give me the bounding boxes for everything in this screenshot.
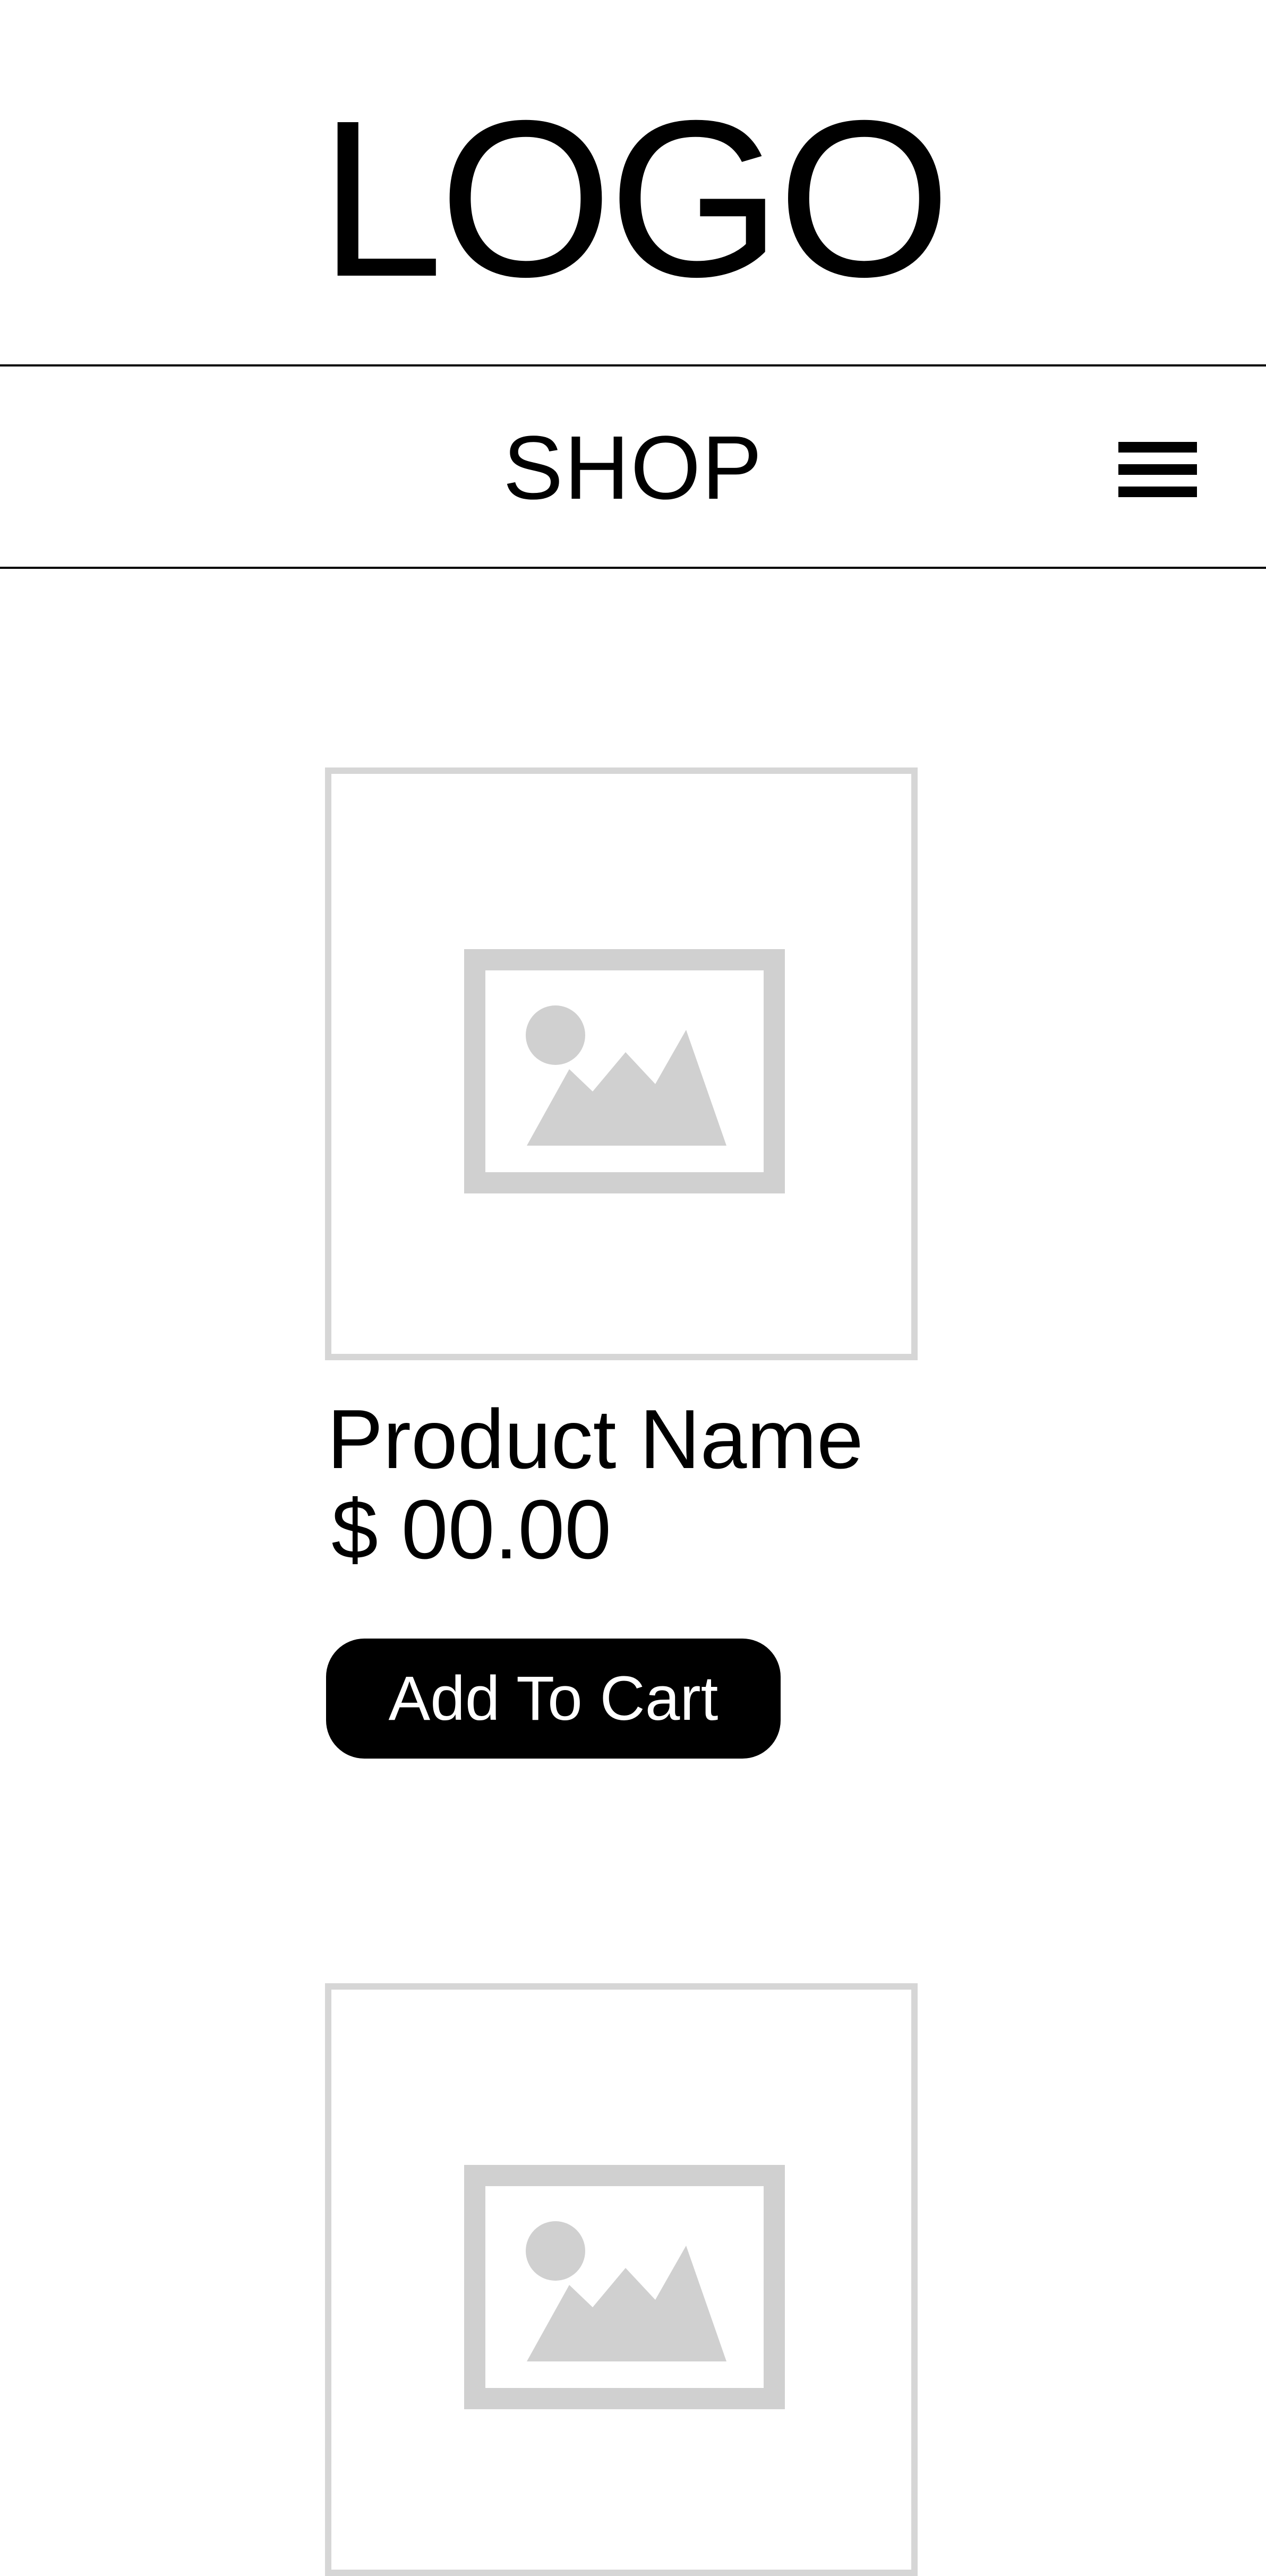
nav-divider (0, 567, 1266, 569)
page-title: SHOP (503, 417, 763, 518)
menu-bar (1118, 487, 1197, 497)
image-placeholder-icon (464, 2165, 785, 2409)
menu-bar (1118, 464, 1197, 475)
hamburger-menu-icon[interactable] (1118, 442, 1197, 497)
site-header: LOGO (0, 0, 1266, 365)
product-price: $ 00.00 (331, 1483, 612, 1576)
menu-bar (1118, 442, 1197, 453)
image-placeholder-icon (464, 949, 785, 1193)
add-to-cart-button[interactable]: Add To Cart (326, 1639, 781, 1759)
product-image[interactable] (325, 1983, 918, 2576)
product-name[interactable]: Product Name (327, 1394, 863, 1485)
logo[interactable]: LOGO (0, 80, 1266, 319)
header-divider (0, 364, 1266, 366)
product-image[interactable] (325, 767, 918, 1360)
